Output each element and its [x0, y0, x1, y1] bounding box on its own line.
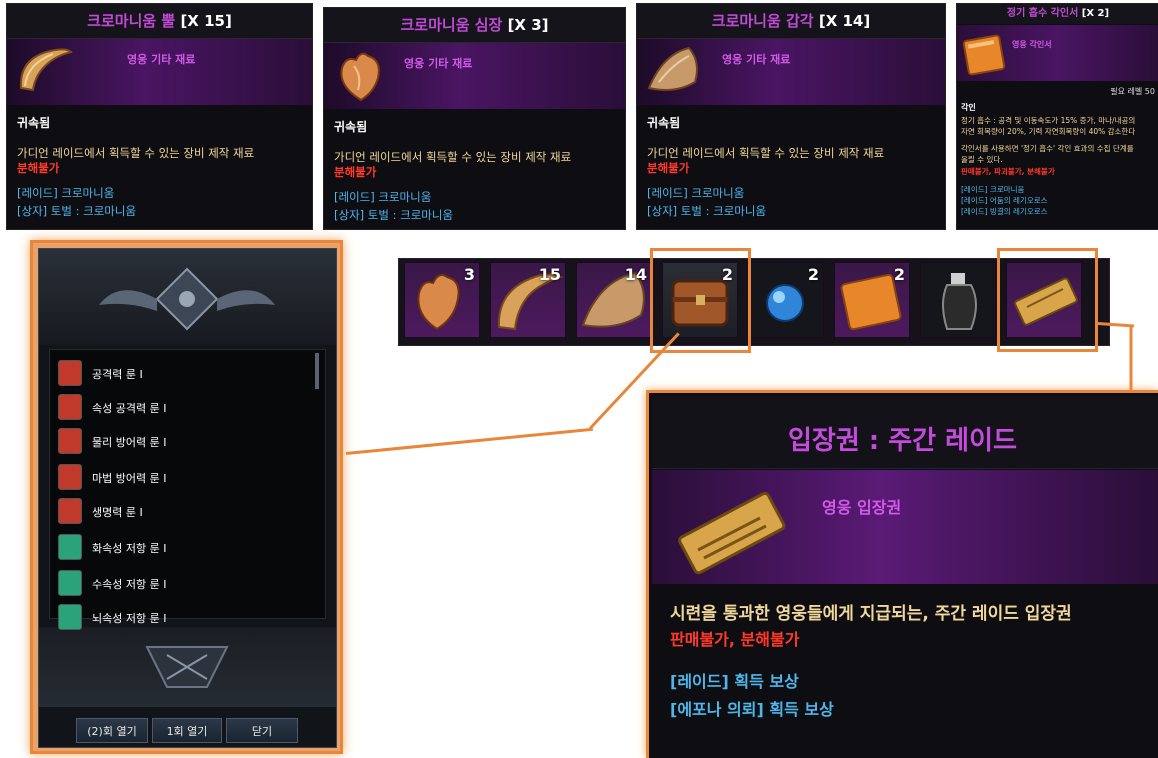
rune-label: 물리 방어력 룬 Ⅰ — [92, 436, 167, 449]
tooltip-title: 크로마니움 심장 [X 3] — [324, 8, 625, 43]
source-box: [상자] 토벌 : 크로마니움 — [647, 204, 767, 218]
item-description: 가디언 레이드에서 획득할 수 있는 장비 제작 재료 — [334, 150, 572, 164]
item-grade: 영웅 기타 재료 — [404, 57, 473, 70]
item-count: 14 — [624, 265, 647, 284]
rune-icon — [58, 360, 82, 386]
tooltip-engraving-book: 정기 흡수 각인서 [X 2] 영웅 각인서 필요 레벨 50 각인 정기 흡수… — [956, 3, 1158, 230]
level-requirement: 필요 레벨 50 — [1110, 87, 1155, 96]
rune-label: 뇌속성 저항 룬 Ⅰ — [92, 612, 167, 625]
inventory-slot-orb[interactable]: 2 — [748, 262, 824, 338]
inventory-slot-potion[interactable] — [920, 262, 996, 338]
rune-icon — [58, 570, 82, 596]
inventory-slot-heart[interactable]: 3 — [404, 262, 480, 338]
restriction-text: 분해불가 — [17, 161, 60, 175]
restriction-text: 분해불가 — [334, 165, 377, 179]
source-raid: [레이드] 어둠의 레기오로스 — [961, 196, 1048, 205]
usage-text: 각인서를 사용하면 '정기 흡수' 각인 효과의 수집 단계를 — [961, 144, 1134, 153]
source-raid: [레이드] 획득 보상 — [670, 672, 799, 691]
effect-text: 자연 회복량이 20%, 기력 자연회복량이 40% 감소한다 — [961, 127, 1136, 136]
tooltip-title: 크로마니움 뿔 [X 15] — [7, 4, 312, 39]
rune-label: 수속성 저항 룬 Ⅰ — [92, 578, 167, 591]
source-raid: [레이드] 크로마니움 — [334, 190, 432, 204]
restriction-text: 판매불가, 파괴불가, 분해불가 — [961, 167, 1055, 176]
bound-status: 귀속됨 — [17, 116, 51, 130]
wing-emblem-icon — [99, 267, 275, 331]
item-grade: 영웅 기타 재료 — [127, 53, 196, 66]
rune-list-item[interactable]: 화속성 저항 룬 Ⅰ — [58, 534, 318, 562]
item-description: 가디언 레이드에서 획득할 수 있는 장비 제작 재료 — [17, 146, 255, 160]
rune-icon — [58, 464, 82, 490]
restriction-text: 분해불가 — [647, 161, 690, 175]
rune-list-item[interactable]: 물리 방어력 룬 Ⅰ — [58, 428, 318, 456]
item-grade: 영웅 입장권 — [822, 498, 902, 517]
tooltip-chromanium-heart: 크로마니움 심장 [X 3] 영웅 기타 재료 귀속됨 가디언 레이드에서 획득… — [323, 7, 626, 230]
shell-icon — [647, 46, 698, 91]
source-raid: [레이드] 크로마니움 — [17, 186, 115, 200]
panel-footer-ornament — [39, 627, 336, 707]
tooltip-title: 입장권 : 주간 레이드 — [788, 426, 1017, 456]
section-label: 각인 — [961, 103, 976, 112]
rune-icon — [58, 394, 82, 420]
tooltip-title-bar: 입장권 : 주간 레이드 — [652, 396, 1158, 469]
tooltip-title: 크로마니움 갑각 [X 14] — [637, 4, 945, 39]
effect-text: 정기 흡수 : 공격 및 이동속도가 15% 증가, 마나/내공의 — [961, 116, 1136, 125]
inventory-slot-horn[interactable]: 15 — [490, 262, 566, 338]
highlight-chest-slot — [650, 248, 751, 353]
rune-list-item[interactable]: 마법 방어력 룬 Ⅰ — [58, 464, 318, 492]
open-once-button[interactable]: 1회 열기 — [152, 718, 222, 743]
rune-label: 화속성 저항 룬 Ⅰ — [92, 542, 167, 555]
item-grade: 영웅 기타 재료 — [722, 53, 791, 66]
tooltip-title: 정기 흡수 각인서 [X 2] — [957, 4, 1158, 24]
source-raid: [레이드] 크로마니움 — [961, 185, 1025, 194]
tooltip-chromanium-shell: 크로마니움 갑각 [X 14] 영웅 기타 재료 귀속됨 가디언 레이드에서 획… — [636, 3, 946, 230]
rune-icon — [58, 604, 82, 630]
rune-label: 속성 공격력 룬 Ⅰ — [92, 402, 167, 415]
item-count: 3 — [463, 265, 475, 284]
close-button[interactable]: 닫기 — [226, 718, 298, 743]
potion-icon — [942, 273, 977, 330]
rune-icon — [58, 534, 82, 560]
rune-list-item[interactable]: 속성 공격력 룬 Ⅰ — [58, 394, 318, 422]
item-count: 2 — [807, 265, 819, 284]
inventory-slot-book[interactable]: 2 — [834, 262, 910, 338]
rune-list-item[interactable]: 수속성 저항 룬 Ⅰ — [58, 570, 318, 598]
source-epona: [에포나 의뢰] 획득 보상 — [670, 700, 834, 719]
heart-icon — [340, 52, 380, 102]
tooltip-chromanium-horn: 크로마니움 뿔 [X 15] 영웅 기타 재료 귀속됨 가디언 레이드에서 획득… — [6, 3, 313, 230]
panel-header-ornament — [39, 249, 336, 345]
source-raid: [레이드] 크로마니움 — [647, 186, 745, 200]
bound-status: 귀속됨 — [334, 120, 368, 134]
rune-label: 마법 방어력 룬 Ⅰ — [92, 472, 167, 485]
rune-list-item[interactable]: 생명력 룬 Ⅰ — [58, 498, 318, 526]
restriction-text: 판매불가, 분해불가 — [670, 630, 800, 649]
source-box: [상자] 토벌 : 크로마니움 — [334, 208, 454, 222]
rune-label: 공격력 룬 Ⅰ — [92, 368, 143, 381]
item-description: 시련을 통과한 영웅들에게 지급되는, 주간 레이드 입장권 — [670, 604, 1072, 624]
ticket-icon — [678, 491, 786, 575]
item-description: 가디언 레이드에서 획득할 수 있는 장비 제작 재료 — [647, 146, 885, 160]
item-count: 2 — [893, 265, 905, 284]
inventory-slot-shell[interactable]: 14 — [576, 262, 652, 338]
source-raid: [레이드] 빙결의 레기오로스 — [961, 207, 1048, 216]
emblem-icon — [145, 646, 229, 688]
rune-icon — [58, 498, 82, 524]
rune-label: 생명력 룬 Ⅰ — [92, 506, 143, 519]
open-multiple-button[interactable]: (2)회 열기 — [76, 718, 148, 743]
item-count: 15 — [538, 265, 561, 284]
item-grade: 영웅 각인서 — [1012, 40, 1052, 49]
connector-line — [1129, 325, 1133, 392]
horn-icon — [19, 48, 73, 92]
ticket-tooltip: 입장권 : 주간 레이드 영웅 입장권 시련을 통과한 영웅들에게 지급되는, … — [652, 396, 1158, 758]
connector-line — [345, 427, 593, 455]
bound-status: 귀속됨 — [647, 116, 681, 130]
source-box: [상자] 토벌 : 크로마니움 — [17, 204, 137, 218]
book-icon — [962, 34, 1006, 76]
rune-list-item[interactable]: 뇌속성 저항 룬 Ⅰ — [58, 604, 318, 632]
highlight-ticket-slot — [997, 248, 1098, 352]
usage-text: 올릴 수 있다. — [961, 155, 1003, 164]
rune-list-item[interactable]: 공격력 룬 Ⅰ — [58, 360, 318, 388]
rune-icon — [58, 428, 82, 454]
